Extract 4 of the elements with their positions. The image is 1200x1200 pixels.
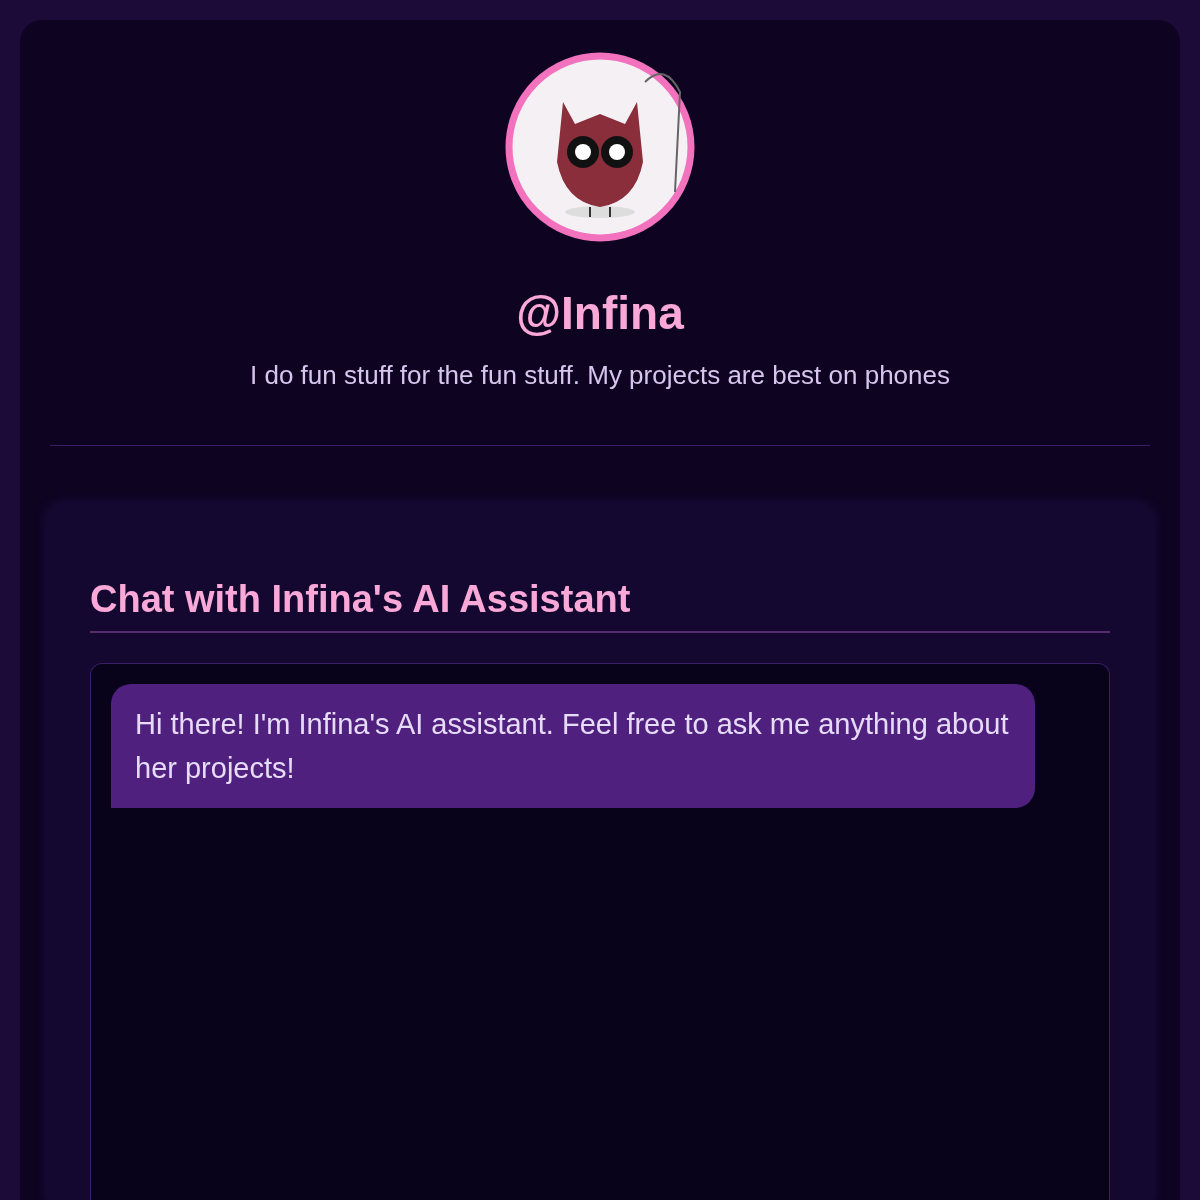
assistant-message: Hi there! I'm Infina's AI assistant. Feel free to ask me anything about her projects! [111, 684, 1035, 809]
profile-name: @Infina [516, 286, 684, 340]
chat-title: Chat with Infina's AI Assistant [90, 578, 1110, 633]
profile-bio: I do fun stuff for the fun stuff. My projects are best on phones [250, 360, 950, 391]
